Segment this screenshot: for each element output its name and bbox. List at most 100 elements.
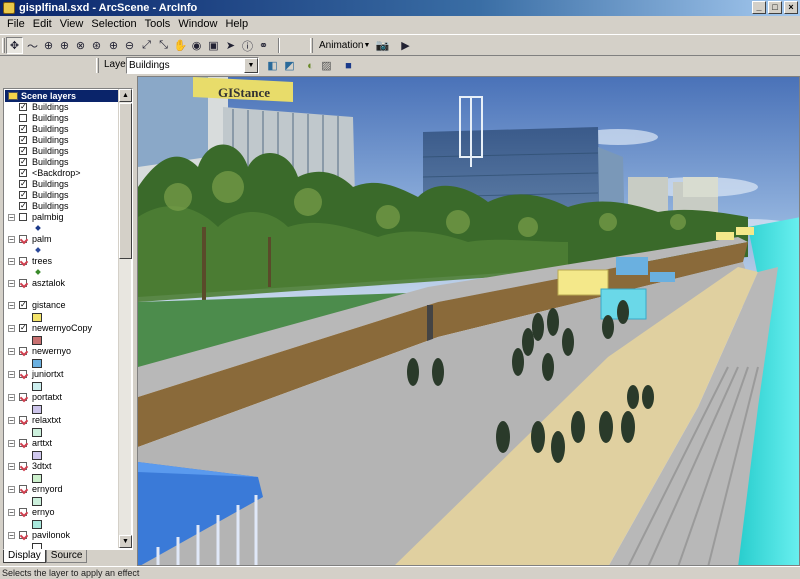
fill-symbol-swatch[interactable] — [32, 428, 42, 437]
zoom-to-target-icon[interactable]: ⊗ — [72, 37, 89, 54]
toc-layer-row[interactable]: − asztalok — [4, 278, 120, 289]
animation-controls-icon[interactable]: ▶ — [397, 37, 414, 54]
navigate-icon[interactable]: ✥ — [6, 37, 23, 54]
fill-symbol-swatch[interactable] — [32, 520, 42, 529]
visibility-checkbox[interactable] — [19, 279, 27, 287]
toc-layer-row[interactable]: − palmbig — [4, 212, 120, 223]
visibility-checkbox[interactable] — [19, 257, 27, 265]
fill-symbol-swatch[interactable] — [32, 313, 42, 322]
toc-layer-row[interactable]: − arttxt — [4, 438, 120, 449]
visibility-checkbox[interactable]: ✓ — [19, 202, 27, 210]
expand-collapse-icon[interactable]: − — [8, 509, 15, 517]
point-symbol-icon[interactable] — [35, 225, 41, 231]
center-target-icon[interactable]: ⊕ — [56, 37, 73, 54]
close-button[interactable]: × — [784, 1, 798, 14]
select-arrow-icon[interactable]: ➤ — [222, 37, 239, 54]
zoom-extent-icon[interactable]: ⤡ — [155, 37, 172, 54]
toc-layer-row[interactable]: ✓ Buildings — [4, 135, 120, 146]
visibility-checkbox[interactable] — [19, 508, 27, 516]
zoom-target-icon[interactable]: ⊕ — [40, 37, 57, 54]
toc-layer-row[interactable]: − juniortxt — [4, 369, 120, 380]
expand-collapse-icon[interactable]: − — [8, 214, 15, 222]
expand-collapse-icon[interactable]: − — [8, 371, 15, 379]
scroll-up-icon[interactable]: ▲ — [119, 89, 132, 102]
layer-effects-icon[interactable]: ◩ — [281, 57, 298, 74]
animation-dropdown[interactable]: Animation ▼ — [316, 37, 370, 54]
chevron-down-icon[interactable]: ▼ — [244, 58, 258, 73]
globe-icon[interactable]: ◉ — [188, 37, 205, 54]
toc-layer-row[interactable]: − ✓ gistance — [4, 300, 120, 311]
toc-layer-row[interactable]: Buildings — [4, 113, 120, 124]
visibility-checkbox[interactable] — [19, 235, 27, 243]
visibility-checkbox[interactable] — [19, 416, 27, 424]
visibility-checkbox[interactable] — [19, 531, 27, 539]
toolbar-grip[interactable] — [2, 38, 5, 53]
expand-collapse-icon[interactable]: − — [8, 325, 15, 333]
visibility-checkbox[interactable] — [19, 370, 27, 378]
fill-symbol-swatch[interactable] — [32, 359, 42, 368]
point-symbol-icon[interactable] — [35, 269, 41, 275]
layer-properties-icon[interactable]: ◧ — [264, 57, 281, 74]
toc-layer-row[interactable]: ✓ Buildings — [4, 190, 120, 201]
full-extent-icon[interactable]: ⤢ — [138, 37, 155, 54]
expand-collapse-icon[interactable]: − — [8, 302, 15, 310]
fly-icon[interactable]: 〜 — [24, 37, 41, 54]
visibility-checkbox[interactable]: ✓ — [19, 324, 27, 332]
toc-layer-row[interactable]: ✓ Buildings — [4, 179, 120, 190]
fill-symbol-swatch[interactable] — [32, 543, 42, 549]
toc-layer-row[interactable]: − pavilonok — [4, 530, 120, 541]
visibility-checkbox[interactable]: ✓ — [19, 180, 27, 188]
zoom-out-icon[interactable]: ⊖ — [121, 37, 138, 54]
fill-symbol-swatch[interactable] — [32, 382, 42, 391]
menu-tools[interactable]: Tools — [142, 17, 174, 32]
fill-symbol-swatch[interactable] — [32, 336, 42, 345]
scroll-down-icon[interactable]: ▼ — [119, 535, 132, 548]
visibility-checkbox[interactable] — [19, 439, 27, 447]
scroll-thumb[interactable] — [119, 103, 132, 259]
visibility-checkbox[interactable]: ✓ — [19, 147, 27, 155]
toc-layer-row[interactable]: − ernyord — [4, 484, 120, 495]
toc-layer-row[interactable]: − 3dtxt — [4, 461, 120, 472]
visibility-checkbox[interactable]: ✓ — [19, 103, 27, 111]
expand-collapse-icon[interactable]: − — [8, 394, 15, 402]
layer-order-icon[interactable]: ■ — [340, 57, 357, 74]
toc-layer-row[interactable]: − relaxtxt — [4, 415, 120, 426]
toc-layer-row[interactable]: − palm — [4, 234, 120, 245]
tab-display[interactable]: Display — [3, 550, 46, 563]
3d-scene-view[interactable]: GIStance — [137, 76, 800, 566]
toc-layer-row[interactable]: ✓ Buildings — [4, 102, 120, 113]
zoom-layer-icon[interactable]: ▣ — [205, 37, 222, 54]
expand-collapse-icon[interactable]: − — [8, 280, 15, 288]
visibility-checkbox[interactable] — [19, 485, 27, 493]
transparency-icon[interactable]: ◐ — [302, 57, 319, 74]
expand-collapse-icon[interactable]: − — [8, 463, 15, 471]
toolbar-grip[interactable] — [96, 58, 99, 73]
visibility-checkbox[interactable]: ✓ — [19, 169, 27, 177]
point-symbol-icon[interactable] — [35, 247, 41, 253]
maximize-button[interactable]: □ — [768, 1, 782, 14]
visibility-checkbox[interactable] — [19, 393, 27, 401]
visibility-checkbox[interactable]: ✓ — [19, 136, 27, 144]
visibility-checkbox[interactable]: ✓ — [19, 158, 27, 166]
visibility-checkbox[interactable] — [19, 462, 27, 470]
menu-selection[interactable]: Selection — [88, 17, 139, 32]
tab-source[interactable]: Source — [45, 550, 88, 563]
visibility-checkbox[interactable]: ✓ — [19, 191, 27, 199]
menu-file[interactable]: File — [4, 17, 28, 32]
fill-symbol-swatch[interactable] — [32, 474, 42, 483]
toolbar-grip[interactable] — [310, 38, 313, 53]
toc-layer-row[interactable]: − portatxt — [4, 392, 120, 403]
menu-view[interactable]: View — [57, 17, 87, 32]
fill-symbol-swatch[interactable] — [32, 497, 42, 506]
visibility-checkbox[interactable] — [19, 347, 27, 355]
capture-camera-icon[interactable]: 📷 — [374, 37, 391, 54]
toc-scrollbar[interactable]: ▲ ▼ — [118, 89, 132, 548]
toc-layer-row[interactable]: ✓ <Backdrop> — [4, 168, 120, 179]
toc-layer-row[interactable]: ✓ Buildings — [4, 146, 120, 157]
minimize-button[interactable]: _ — [752, 1, 766, 14]
toc-layer-row[interactable]: ✓ Buildings — [4, 124, 120, 135]
expand-collapse-icon[interactable]: − — [8, 348, 15, 356]
toc-layer-row[interactable]: − ✓ newernyoCopy — [4, 323, 120, 334]
toc-layer-row[interactable]: − ernyo — [4, 507, 120, 518]
brightness-icon[interactable]: ▨ — [318, 57, 335, 74]
